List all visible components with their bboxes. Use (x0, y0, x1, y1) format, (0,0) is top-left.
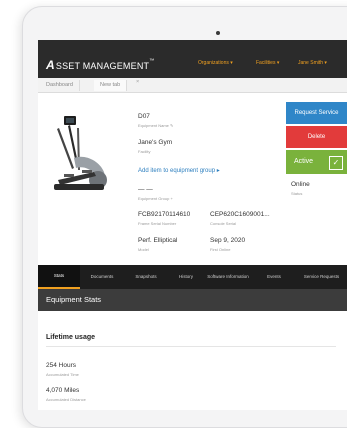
status-value: Online (291, 181, 310, 188)
console-serial-label: Console Serial (210, 221, 237, 226)
nav-facilities[interactable]: Facilities ▾ (256, 60, 279, 66)
console-mast (68, 125, 77, 159)
frame-serial-value: FCB92170114610 (138, 211, 191, 218)
nav-organizations[interactable]: Organizations ▾ (198, 60, 233, 66)
tab-software-information[interactable]: Software Information (204, 265, 252, 289)
close-icon[interactable]: × (136, 79, 139, 85)
accumulated-time-value: 254 Hours (46, 362, 76, 369)
left-pedal (64, 174, 74, 177)
check-icon[interactable]: ✓ (329, 156, 343, 170)
equipment-name-value: D07 (138, 113, 150, 120)
nav-user-menu[interactable]: Jane Smith ▾ (298, 60, 327, 66)
logo-letter: A (46, 58, 55, 72)
camera-dot (216, 31, 220, 35)
app-logo[interactable]: ASSET MANAGEMENT™ (46, 58, 154, 72)
model-label: Model (138, 247, 149, 252)
accumulated-distance-value: 4,070 Miles (46, 387, 80, 394)
equipment-group-label: Equipment Group + (138, 196, 173, 201)
tab-history[interactable]: History (168, 265, 204, 289)
delete-button[interactable]: Delete (286, 126, 347, 148)
accumulated-distance-label: Accumulated Distance (46, 397, 86, 402)
equipment-photo (54, 116, 107, 190)
app-screen: ASSET MANAGEMENT™ Organizations ▾ Facili… (38, 40, 347, 410)
tab-service-requests[interactable]: Service Requests (296, 265, 347, 289)
console-serial-value: CEP620C1609001... (210, 211, 270, 218)
edit-icon[interactable]: ✎ (170, 123, 173, 128)
lifetime-usage-title: Lifetime usage (46, 334, 96, 341)
tab-new-tab[interactable]: New tab (94, 80, 128, 91)
logo-tm: ™ (149, 58, 155, 64)
equipment-name-label: Equipment Name ✎ (138, 123, 174, 128)
request-service-button[interactable]: Request Service (286, 102, 347, 124)
detail-tabbar: Stats Documents Snapshots History Softwa… (38, 265, 347, 289)
base-frame (54, 184, 104, 190)
tab-stats[interactable]: Stats (38, 265, 80, 289)
facility-label: Facility (138, 149, 151, 154)
section-divider (46, 346, 336, 347)
first-online-value: Sep 9, 2020 (210, 237, 246, 244)
top-navbar: ASSET MANAGEMENT™ Organizations ▾ Facili… (38, 40, 347, 78)
tab-snapshots[interactable]: Snapshots (124, 265, 168, 289)
console-display (66, 118, 74, 123)
equipment-stats-header: Equipment Stats (38, 289, 347, 311)
active-label: Active (294, 158, 314, 165)
status-label: Status (291, 191, 303, 196)
page-tabstrip: Dashboard New tab × (38, 78, 347, 93)
frame-serial-label: Frame Serial Number (138, 221, 177, 226)
equipment-group-value: — — (138, 186, 153, 193)
tab-events[interactable]: Events (252, 265, 296, 289)
tab-documents[interactable]: Documents (80, 265, 124, 289)
model-value: Perf. Elliptical (138, 237, 178, 244)
add-to-group-link[interactable]: Add item to equipment group ▸ (138, 167, 220, 174)
plus-icon[interactable]: + (170, 196, 172, 201)
tab-dashboard[interactable]: Dashboard (40, 80, 80, 91)
logo-text: SSET MANAGEMENT (55, 61, 150, 71)
accumulated-time-label: Accumulated Time (46, 372, 79, 377)
first-online-label: First Online (210, 247, 231, 252)
facility-value: Jane's Gym (138, 139, 173, 146)
right-pedal (82, 170, 92, 173)
active-toggle[interactable]: Active ✓ (286, 150, 347, 174)
